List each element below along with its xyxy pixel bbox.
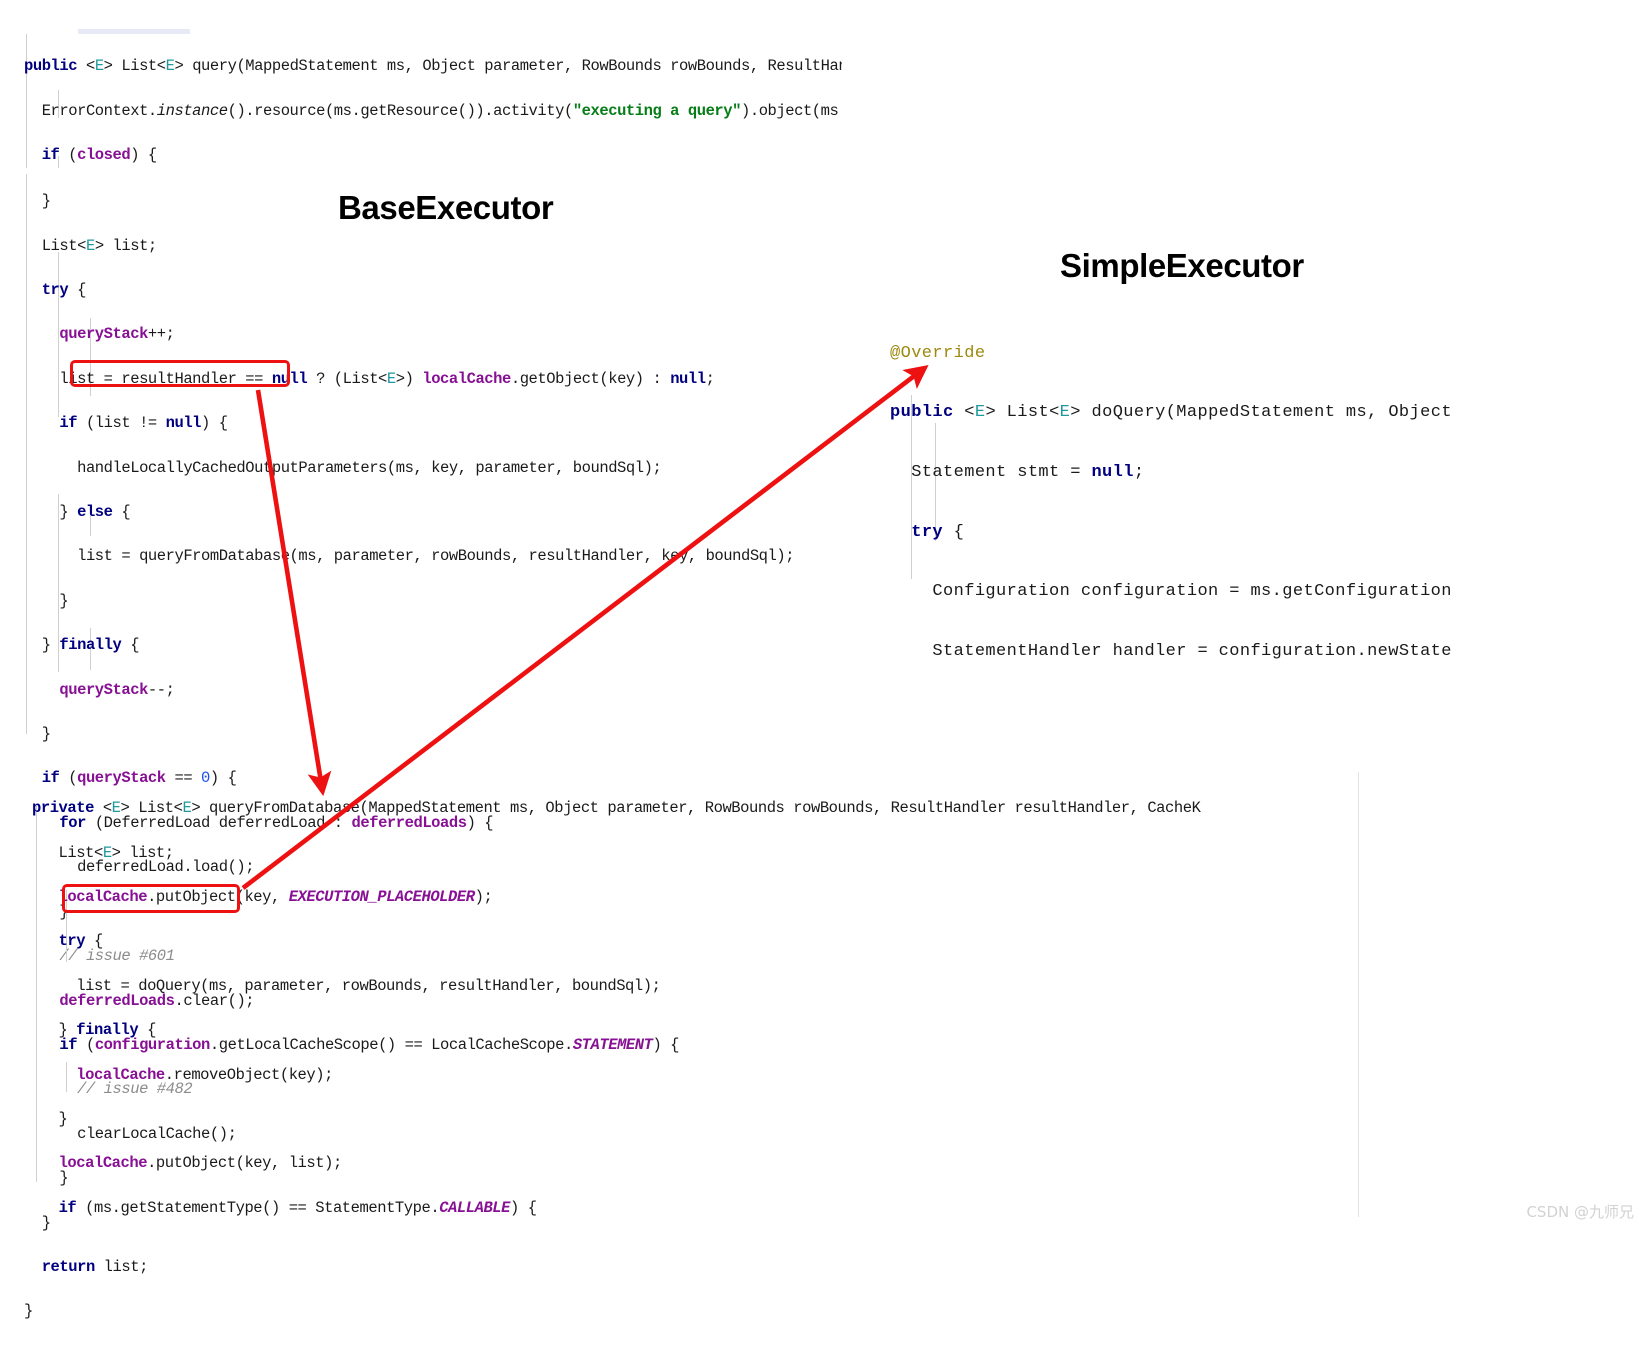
code-line: } else { <box>24 503 131 522</box>
code-line: } <box>24 725 51 744</box>
code-line: try { <box>911 522 965 542</box>
query-method-code-top[interactable]: public <E> List<E> query(MappedStatement… <box>24 33 842 168</box>
code-line: Configuration configuration = ms.getConf… <box>890 582 1452 602</box>
code-line: if (closed) { <box>41 146 158 165</box>
code-line: return list; <box>41 1257 149 1276</box>
code-line: Statement stmt = null; <box>890 462 1145 482</box>
code-line: if (list != null) { <box>59 414 228 433</box>
code-line: try { <box>41 281 87 300</box>
code-line: queryStack--; <box>59 680 175 699</box>
doquery-method-code[interactable]: @Override public <E> List<E> doQuery(Map… <box>890 309 1452 660</box>
code-line: List<E> list; <box>32 843 175 862</box>
code-line: public <E> List<E> doQuery(MappedStateme… <box>890 403 1452 423</box>
code-line: List<E> list; <box>24 236 158 255</box>
doquery-method-viewport: @Override public <E> List<E> doQuery(Map… <box>880 305 1524 660</box>
code-line: @Override <box>890 343 986 363</box>
code-line: StatementHandler handler = configuration… <box>890 641 1452 660</box>
code-line: private <E> List<E> queryFromDatabase(Ma… <box>32 799 1201 818</box>
code-line: localCache.removeObject(key); <box>76 1065 333 1084</box>
queryfromdatabase-method-viewport: private <E> List<E> queryFromDatabase(Ma… <box>0 772 1530 1222</box>
simple-executor-title: SimpleExecutor <box>1060 247 1304 284</box>
base-executor-title: BaseExecutor <box>338 189 554 226</box>
queryfromdatabase-method-code[interactable]: private <E> List<E> queryFromDatabase(Ma… <box>32 775 1201 1222</box>
panel-divider <box>1358 772 1359 1217</box>
code-line: queryStack++; <box>59 325 175 344</box>
code-line: try { <box>58 932 104 951</box>
code-line: } finally { <box>24 636 140 655</box>
code-line: } finally { <box>32 1021 157 1040</box>
code-line: localCache.putObject(key, list); <box>58 1154 343 1173</box>
query-method-viewport: public <E> List<E> query(MappedStatement… <box>0 28 842 168</box>
code-line: } <box>24 1302 33 1321</box>
code-line: ErrorContext.instance().resource(ms.getR… <box>24 101 842 120</box>
code-line: } <box>24 591 69 610</box>
code-line: } <box>32 1110 68 1129</box>
code-line: if (ms.getStatementType() == StatementTy… <box>58 1198 537 1217</box>
code-line: list = resultHandler == null ? (List<E>)… <box>24 369 715 388</box>
csdn-watermark: CSDN @九师兄 <box>1526 1203 1634 1221</box>
code-line: list = doQuery(ms, parameter, rowBounds,… <box>32 976 661 995</box>
code-line: public <E> List<E> query(MappedStatement… <box>24 57 842 76</box>
code-line: list = queryFromDatabase(ms, parameter, … <box>24 547 795 566</box>
code-line: localCache.putObject(key, EXECUTION_PLAC… <box>58 888 493 907</box>
code-line: handleLocallyCachedOutputParameters(ms, … <box>24 458 662 477</box>
